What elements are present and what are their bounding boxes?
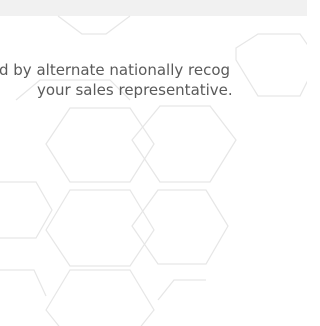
hexagon-shape: [45, 189, 155, 267]
notice-text-block: d by alternate nationally recog your sal…: [0, 60, 307, 116]
hexagon-shape: [0, 269, 47, 297]
hexagon-shape: [157, 279, 206, 301]
hexagon-shape: [57, 15, 131, 35]
hexagon-pattern-background: [0, 15, 307, 326]
page-viewport: d by alternate nationally recog your sal…: [0, 0, 307, 326]
hexagon-shape: [131, 105, 237, 183]
notice-text-line: your sales representative.: [37, 81, 233, 99]
hexagon-shape: [45, 269, 155, 326]
hexagon-shape: [131, 189, 229, 265]
hexagon-shape: [45, 107, 155, 183]
hexagon-shape: [0, 181, 53, 239]
notice-text-line: d by alternate nationally recog: [0, 61, 231, 79]
